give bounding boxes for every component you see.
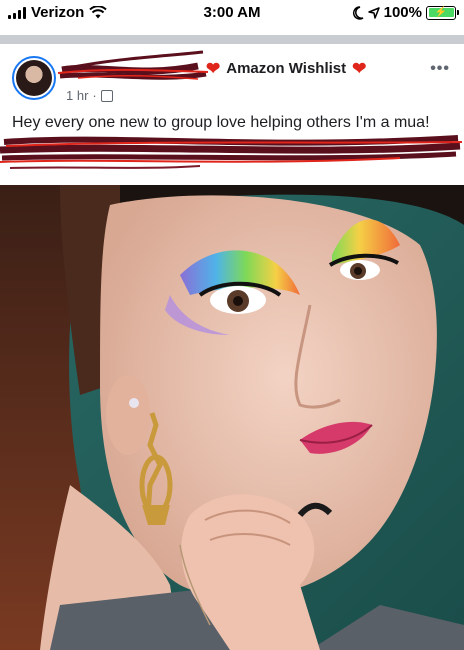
avatar[interactable] (12, 56, 56, 100)
redacted-text-scribble (0, 135, 463, 169)
red-heart-icon: ❤ (206, 59, 221, 78)
location-arrow-icon (367, 6, 380, 19)
avatar-photo (16, 60, 52, 96)
group-audience-icon (100, 89, 113, 102)
group-link[interactable]: ❤ Amazon Wishlist ❤ (206, 60, 366, 77)
battery-charging-icon: ⚡ (426, 5, 459, 20)
post-photo[interactable] (0, 185, 464, 650)
moon-icon (352, 5, 364, 20)
status-bar: Verizon 3:00 AM 100% ⚡ (0, 0, 464, 24)
red-heart-icon: ❤ (352, 59, 367, 78)
status-right: 100% ⚡ (352, 4, 459, 21)
post-header: ❤ Amazon Wishlist ❤ ••• 1 hr · (0, 44, 464, 114)
feed-divider (0, 35, 464, 44)
post-timestamp[interactable]: 1 hr (66, 88, 88, 103)
screen: Verizon 3:00 AM 100% ⚡ ❤ Amazon Wishlist… (0, 0, 464, 650)
redacted-name-scribble (58, 50, 208, 80)
meta-separator: · (92, 88, 97, 103)
post-meta: 1 hr · (66, 88, 113, 103)
battery-percent: 100% (383, 4, 422, 21)
selfie-illustration (0, 185, 464, 650)
group-name: Amazon Wishlist (226, 60, 347, 77)
more-options-icon[interactable]: ••• (430, 60, 450, 78)
